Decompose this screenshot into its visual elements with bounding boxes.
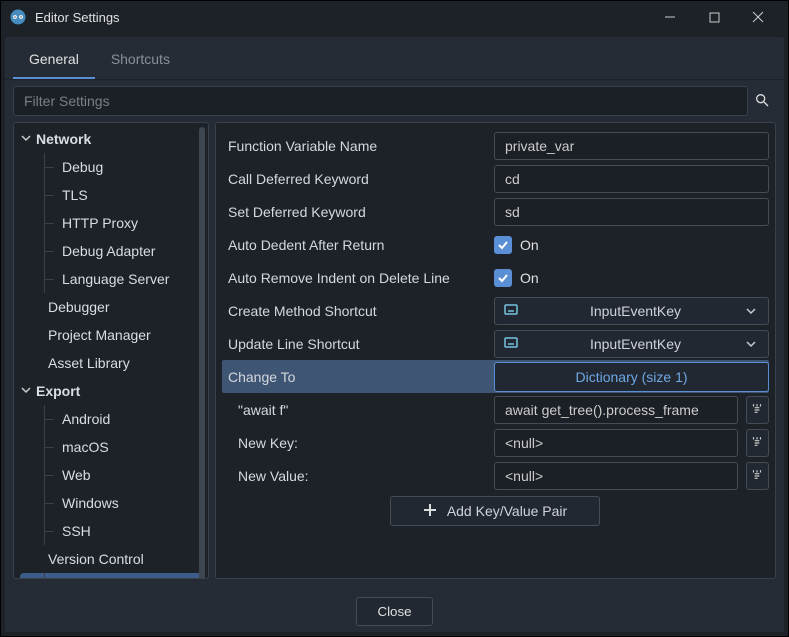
input-call-deferred-keyword[interactable] [494,165,769,193]
tree-project-manager[interactable]: Project Manager [14,321,208,349]
window-title: Editor Settings [35,10,648,25]
select-create-method-shortcut[interactable]: InputEventKey [494,297,769,325]
app-icon [9,8,27,26]
edit-icon-button[interactable] [746,462,769,490]
tree-export-macos[interactable]: macOS [14,433,208,461]
tree-export-android[interactable]: Android [14,405,208,433]
edit-icon-button[interactable] [746,396,769,424]
row-dict-entry: "await f" [222,393,769,426]
tab-shortcuts[interactable]: Shortcuts [95,41,186,79]
edit-icon-button[interactable] [746,429,769,457]
filter-settings-input[interactable] [13,86,748,116]
label-function-variable-name: Function Variable Name [222,138,488,154]
chevron-down-icon [20,131,32,147]
input-new-key[interactable] [494,429,738,457]
editor-settings-window: Editor Settings General Shortcuts Networ… [0,0,789,637]
tree-export-web[interactable]: Web [14,461,208,489]
settings-panel: Function Variable Name Call Deferred Key… [215,122,776,579]
tree-gdscript-qol[interactable]: GDScript Qol [20,573,202,579]
keyboard-icon [503,334,525,353]
chevron-down-icon [746,303,760,319]
row-auto-dedent: Auto Dedent After Return On [222,228,769,261]
maximize-button[interactable] [692,1,736,33]
input-dict-entry-value[interactable] [494,396,738,424]
minimize-button[interactable] [648,1,692,33]
row-create-method-shortcut: Create Method Shortcut InputEventKey [222,294,769,327]
input-function-variable-name[interactable] [494,132,769,160]
plus-icon [423,503,437,520]
tree-export-ssh[interactable]: SSH [14,517,208,545]
row-function-variable-name: Function Variable Name [222,129,769,162]
tree-network-tls[interactable]: TLS [14,181,208,209]
chevron-down-icon [746,336,760,352]
tree-network-http-proxy[interactable]: HTTP Proxy [14,209,208,237]
tree-asset-library[interactable]: Asset Library [14,349,208,377]
row-auto-remove-indent: Auto Remove Indent on Delete Line On [222,261,769,294]
button-change-to-dictionary[interactable]: Dictionary (size 1) [494,362,769,392]
tree-network[interactable]: Network [14,125,208,153]
close-window-button[interactable] [736,1,780,33]
close-button[interactable]: Close [356,597,432,626]
titlebar: Editor Settings [1,1,788,33]
row-call-deferred-keyword: Call Deferred Keyword [222,162,769,195]
keyboard-icon [503,301,525,320]
tree-scrollbar[interactable] [200,127,206,574]
row-update-line-shortcut: Update Line Shortcut InputEventKey [222,327,769,360]
checkbox-auto-remove-indent[interactable] [494,269,512,287]
tree-debugger[interactable]: Debugger [14,293,208,321]
row-set-deferred-keyword: Set Deferred Keyword [222,195,769,228]
tree-version-control[interactable]: Version Control [14,545,208,573]
tree-export[interactable]: Export [14,377,208,405]
tree-network-debug[interactable]: Debug [14,153,208,181]
tabs: General Shortcuts [5,37,784,80]
chevron-down-icon [20,383,32,399]
tab-general[interactable]: General [13,41,95,79]
tree-network-debug-adapter[interactable]: Debug Adapter [14,237,208,265]
input-set-deferred-keyword[interactable] [494,198,769,226]
search-icon[interactable] [748,92,776,111]
tree-network-language-server[interactable]: Language Server [14,265,208,293]
tree-export-windows[interactable]: Windows [14,489,208,517]
row-change-to: Change To Dictionary (size 1) [222,360,769,393]
settings-tree[interactable]: Network Debug TLS HTTP Proxy Debug Adapt… [13,122,209,579]
row-new-value: New Value: [222,459,769,492]
row-new-key: New Key: [222,426,769,459]
select-update-line-shortcut[interactable]: InputEventKey [494,330,769,358]
input-new-value[interactable] [494,462,738,490]
checkbox-auto-dedent[interactable] [494,236,512,254]
add-key-value-button[interactable]: Add Key/Value Pair [390,496,600,526]
dict-entry-key: "await f" [222,402,488,418]
